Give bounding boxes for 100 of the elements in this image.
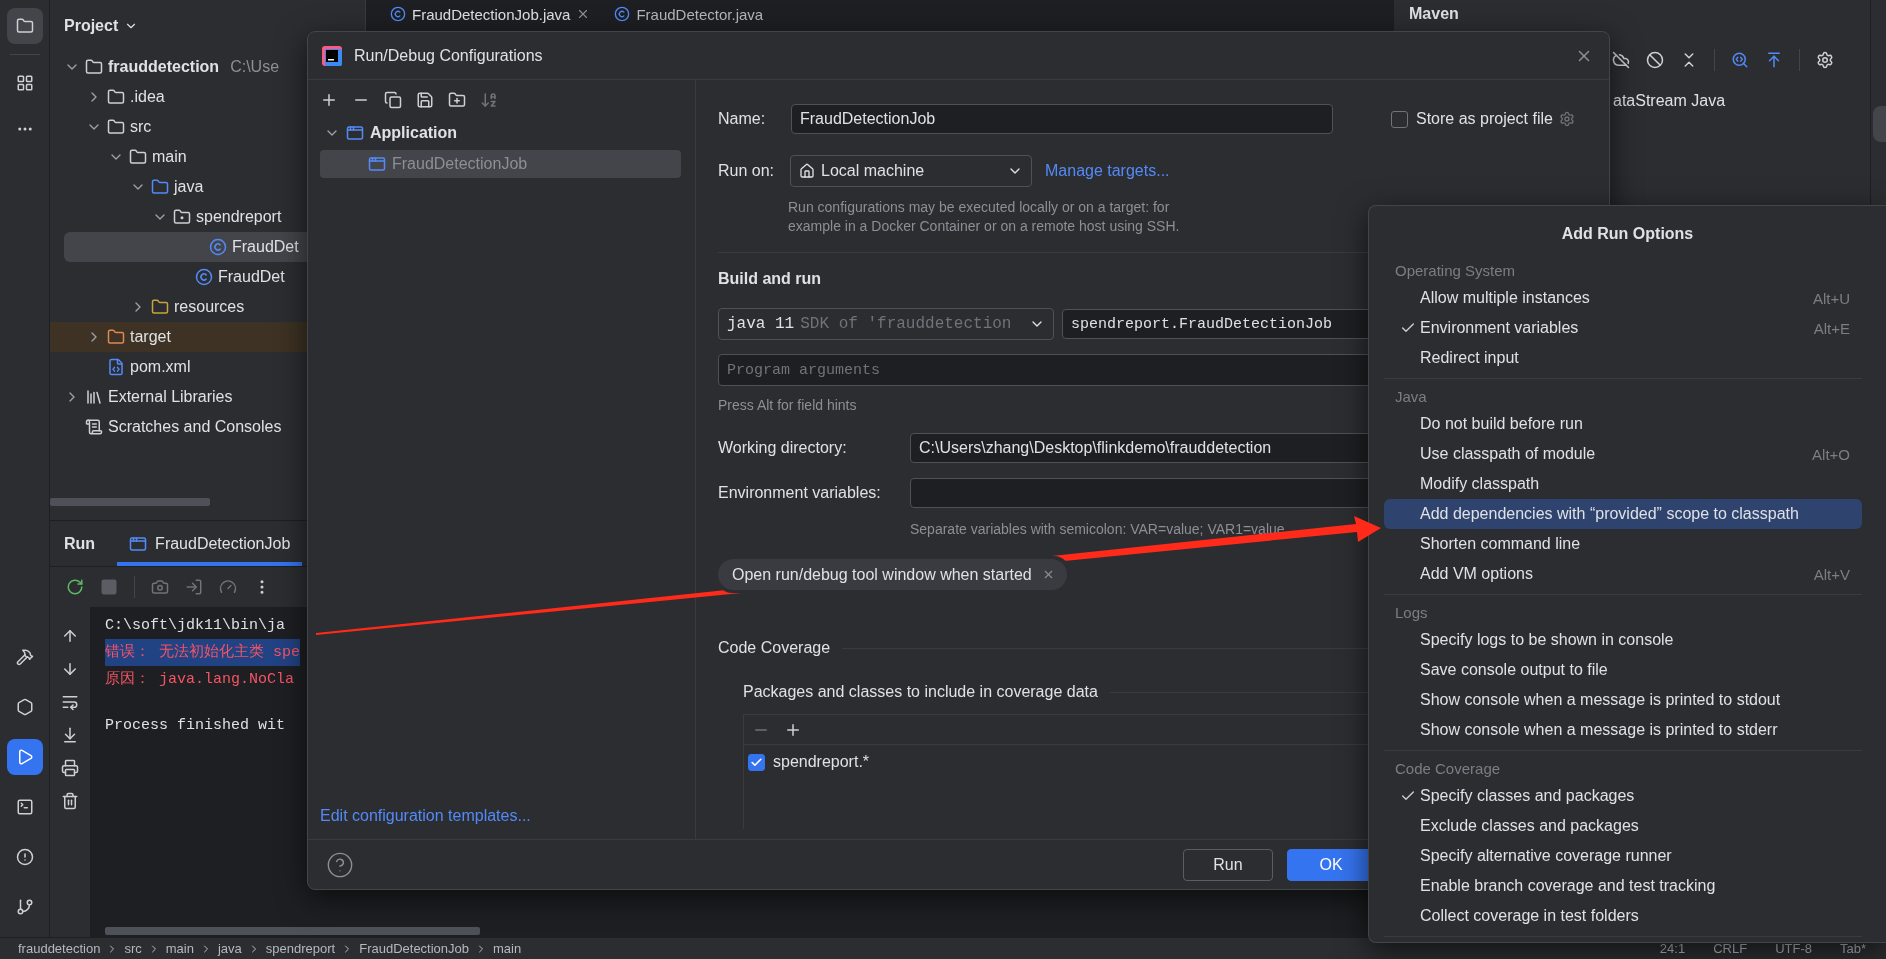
run-on-dropdown[interactable]: Local machine (790, 155, 1032, 187)
help-icon[interactable] (326, 850, 354, 879)
section-header: Operating System (1394, 260, 1517, 281)
breadcrumb[interactable]: spendreport (265, 941, 336, 956)
field-label: Name: (718, 110, 767, 128)
new-folder-icon[interactable] (448, 91, 466, 109)
hint-text: Press Alt for field hints (718, 396, 857, 415)
editor-tab[interactable]: FraudDetector.java (606, 0, 772, 34)
block-icon[interactable] (1646, 51, 1664, 69)
menu-item[interactable]: Add VM options Alt+V (1384, 559, 1862, 589)
menu-item[interactable]: Exclude classes and packages (1384, 811, 1862, 841)
section-title: Build and run (718, 269, 822, 289)
menu-item[interactable]: Add dependencies with “provided” scope to classpath (1384, 499, 1862, 529)
folder-icon (107, 328, 125, 346)
scrollbar[interactable] (50, 498, 210, 506)
menu-item[interactable]: Collect coverage in test folders (1384, 901, 1862, 931)
status-item[interactable]: CRLF (1713, 941, 1748, 956)
store-as-project-checkbox[interactable]: Store as project file (1391, 110, 1553, 128)
application-icon (368, 155, 386, 173)
field-label: Working directory: (718, 439, 848, 457)
run-button[interactable]: Run (1183, 848, 1273, 881)
check-icon (750, 755, 763, 769)
manage-targets-link[interactable]: Manage targets... (1045, 162, 1170, 180)
section-header: Code Coverage (1394, 758, 1502, 779)
breadcrumb[interactable]: main (493, 941, 522, 956)
menu-item[interactable]: Shorten command line (1384, 529, 1862, 559)
tree-item[interactable]: resources (50, 292, 365, 322)
edit-templates-link[interactable]: Edit configuration templates... (320, 807, 531, 824)
camera-icon[interactable] (151, 578, 169, 596)
arrow-down-icon[interactable] (61, 660, 79, 678)
structure-icon[interactable] (15, 74, 34, 92)
menu-item[interactable]: Enable branch coverage and test tracking (1384, 871, 1862, 901)
folder-icon (107, 88, 125, 106)
breadcrumb[interactable]: java (217, 941, 242, 956)
menu-item[interactable]: Specify logs to be shown in console (1384, 625, 1862, 655)
printer-icon[interactable] (61, 759, 79, 777)
class-icon (390, 6, 406, 22)
house-icon (799, 163, 815, 179)
name-field[interactable]: FraudDetectionJob (791, 104, 1333, 134)
editor-tab[interactable]: FraudDetectionJob.java (382, 0, 599, 34)
jre-dropdown[interactable]: java 11 SDK of 'frauddetection (718, 308, 1054, 340)
menu-item[interactable]: Specify classes and packages (1384, 781, 1862, 811)
status-item[interactable]: Tab* (1839, 941, 1866, 956)
package-icon (173, 208, 191, 226)
folder-icon (151, 178, 169, 196)
section-title: Packages and classes to include in coverage data (743, 683, 1098, 701)
section-header: Java (1394, 386, 1428, 407)
folder-icon[interactable] (15, 17, 34, 35)
services-icon[interactable] (15, 698, 34, 716)
menu-item[interactable]: Specify alternative coverage runner (1384, 841, 1862, 871)
application-icon (129, 534, 148, 553)
run-tab[interactable]: FraudDetectionJob (117, 521, 303, 566)
dialog-title: Run/Debug Configurations (354, 46, 544, 65)
section-title: Code Coverage (718, 639, 831, 657)
save-icon[interactable] (416, 91, 434, 109)
menu-item[interactable]: Show console when a message is printed to stdout (1384, 685, 1862, 715)
tree-item[interactable]: spendreport (50, 202, 365, 232)
scrollbar[interactable] (105, 927, 480, 935)
cloud-off-icon[interactable] (1612, 51, 1630, 69)
gauge-icon[interactable] (219, 578, 237, 596)
class-icon (614, 6, 631, 22)
copy-icon[interactable] (384, 91, 402, 109)
sort-icon[interactable] (480, 91, 498, 109)
breadcrumb[interactable]: FraudDetectionJob (359, 941, 470, 956)
wrap-text-icon[interactable] (61, 693, 79, 711)
breadcrumb[interactable]: src (124, 941, 142, 956)
field-label: Environment variables: (718, 484, 882, 502)
console-line: 原因： java.lang.NoCla (105, 670, 295, 690)
tree-item[interactable]: Scratches and Consoles (50, 412, 365, 442)
git-branch-icon[interactable] (15, 898, 34, 916)
menu-item[interactable]: Save console output to file (1384, 655, 1862, 685)
status-item[interactable]: 24:1 (1659, 941, 1686, 956)
exit-icon[interactable] (185, 578, 203, 596)
problems-icon[interactable] (15, 848, 34, 866)
analyze-icon[interactable] (1731, 51, 1749, 69)
tree-item[interactable]: External Libraries (50, 382, 365, 412)
menu-item[interactable]: Show console when a message is printed to stderr (1384, 715, 1862, 745)
scroll-to-end-icon[interactable] (61, 726, 79, 744)
folder-icon (107, 118, 125, 136)
hint-text: Separate variables with semicolon: VAR=value; VAR1=value (910, 520, 1285, 539)
tree-item[interactable]: pom.xml (50, 352, 365, 382)
terminal-icon[interactable] (15, 798, 34, 816)
breadcrumb[interactable]: frauddetection (18, 941, 101, 956)
status-item[interactable]: UTF-8 (1775, 941, 1812, 956)
panel-title: Maven (1408, 4, 1460, 24)
class-icon (209, 238, 227, 256)
breadcrumb[interactable]: main (165, 941, 194, 956)
tree-item[interactable]: FraudDet (50, 262, 365, 292)
menu-item[interactable]: Modify classpath (1384, 469, 1862, 499)
rerun-icon[interactable] (66, 578, 84, 596)
add-icon[interactable] (320, 91, 338, 109)
hammer-icon[interactable] (15, 648, 34, 666)
module-path: C:\Use (230, 58, 280, 76)
settings-icon[interactable] (1816, 51, 1834, 69)
app-logo-icon (322, 45, 342, 66)
folder-icon (151, 298, 169, 316)
trash-icon[interactable] (61, 792, 79, 810)
application-icon (346, 124, 364, 142)
tree-item[interactable]: .idea (50, 82, 365, 112)
class-icon (195, 268, 213, 286)
